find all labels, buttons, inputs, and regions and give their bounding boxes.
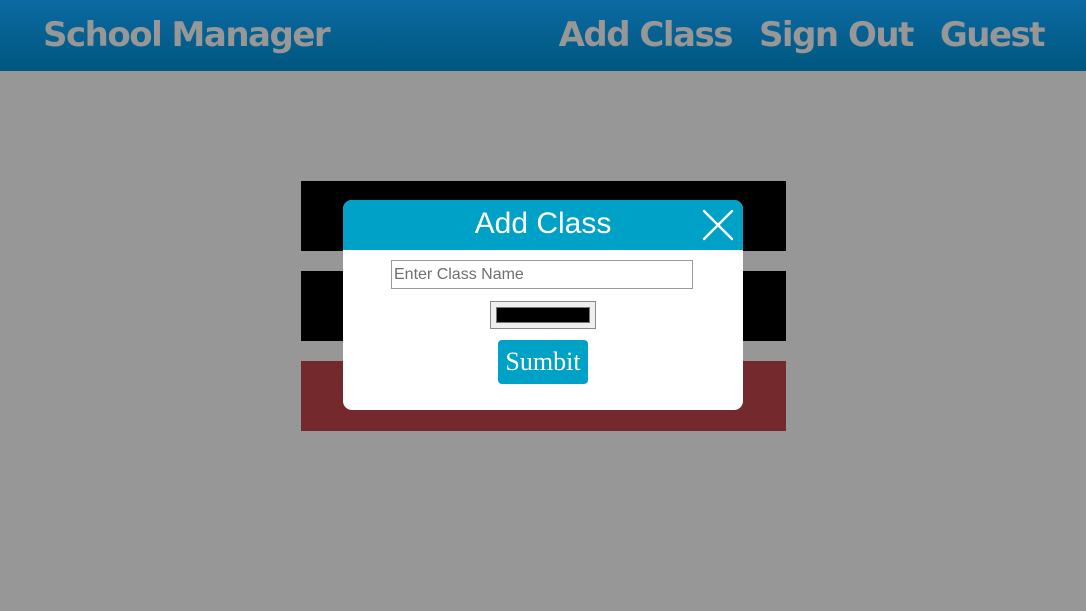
nav-add-class-link[interactable]: Add Class (559, 12, 734, 58)
modal-title: Add Class (474, 207, 612, 240)
class-color-picker[interactable] (490, 301, 596, 329)
add-class-modal: Add Class Sumbit (343, 200, 743, 410)
modal-header: Add Class (343, 200, 743, 250)
submit-button[interactable]: Sumbit (498, 340, 588, 384)
app-title[interactable]: School Manager (43, 12, 331, 58)
nav-guest-link[interactable]: Guest (940, 12, 1046, 58)
nav-links: Add Class Sign Out Guest (559, 12, 1046, 58)
class-name-input[interactable] (391, 260, 693, 289)
color-swatch (496, 307, 590, 323)
top-navbar: School Manager Add Class Sign Out Guest (0, 0, 1086, 71)
close-icon[interactable] (701, 208, 735, 242)
nav-sign-out-link[interactable]: Sign Out (759, 12, 914, 58)
